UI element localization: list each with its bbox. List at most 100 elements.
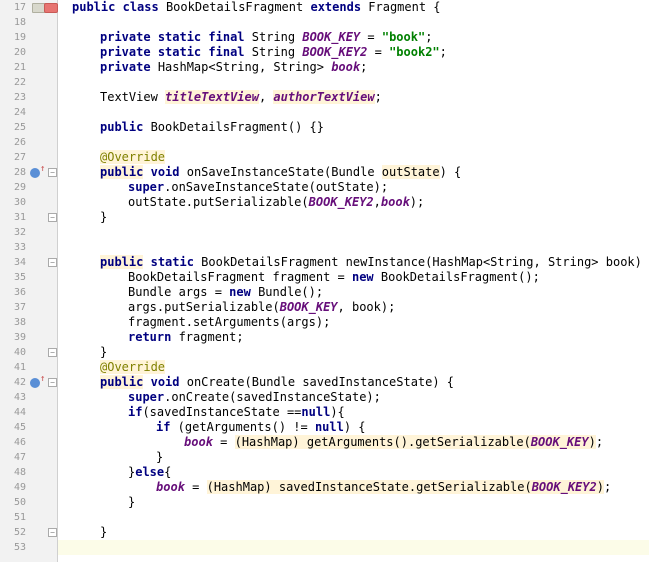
override-marker-icon[interactable]: ↑ xyxy=(30,375,40,390)
line-number[interactable]: 34 xyxy=(0,255,28,270)
cast-expression: (HashMap) savedInstanceState.getSerializ… xyxy=(207,480,604,494)
keyword: if xyxy=(156,420,170,434)
method-signature: BookDetailsFragment newInstance(HashMap<… xyxy=(194,255,649,269)
field: book xyxy=(184,435,213,449)
override-marker-icon[interactable]: ↑ xyxy=(30,165,40,180)
line-number[interactable]: 53 xyxy=(0,540,28,555)
keyword: final xyxy=(208,45,244,59)
line-number[interactable]: 30 xyxy=(0,195,28,210)
class-name: BookDetailsFragment xyxy=(166,0,303,14)
line-number[interactable]: 19 xyxy=(0,30,28,45)
keyword: private xyxy=(100,30,151,44)
keyword: else xyxy=(135,465,164,479)
line-number[interactable]: 45 xyxy=(0,420,28,435)
line-number[interactable]: 35 xyxy=(0,270,28,285)
code-editor[interactable]: public class BookDetailsFragment extends… xyxy=(58,0,649,562)
line-number[interactable]: 27 xyxy=(0,150,28,165)
brace: } xyxy=(100,345,107,359)
keyword: super xyxy=(128,390,164,404)
fold-minus-icon[interactable]: − xyxy=(48,525,57,540)
line-number[interactable]: 50 xyxy=(0,495,28,510)
fold-minus-icon[interactable]: − xyxy=(48,345,57,360)
keyword: return xyxy=(128,330,171,344)
constant: BOOK_KEY xyxy=(280,300,338,314)
line-number[interactable]: 52 xyxy=(0,525,28,540)
line-number[interactable]: 23 xyxy=(0,90,28,105)
string-literal: "book2" xyxy=(389,45,440,59)
fold-minus-icon[interactable]: − xyxy=(48,255,57,270)
keyword: final xyxy=(208,30,244,44)
type: HashMap<String, String> xyxy=(158,60,331,74)
line-number[interactable]: 25 xyxy=(0,120,28,135)
line-number[interactable]: 38 xyxy=(0,315,28,330)
line-number[interactable]: 51 xyxy=(0,510,28,525)
line-number[interactable]: 40 xyxy=(0,345,28,360)
line-number[interactable]: 22 xyxy=(0,75,28,90)
keyword: new xyxy=(229,285,251,299)
keyword: class xyxy=(123,0,159,14)
fold-minus-icon[interactable]: − xyxy=(48,165,57,180)
line-number[interactable]: 21 xyxy=(0,60,28,75)
line-number[interactable]: 44 xyxy=(0,405,28,420)
keyword: public xyxy=(72,0,115,14)
line-number[interactable]: 33 xyxy=(0,240,28,255)
keyword: null xyxy=(315,420,344,434)
line-number[interactable]: 36 xyxy=(0,285,28,300)
line-number[interactable]: 20 xyxy=(0,45,28,60)
type: TextView xyxy=(100,90,165,104)
editor-gutter: 1718192021222324252627282930313233343536… xyxy=(0,0,58,562)
line-number[interactable]: 18 xyxy=(0,15,28,30)
line-number[interactable]: 24 xyxy=(0,105,28,120)
keyword: extends xyxy=(310,0,361,14)
keyword: public xyxy=(100,255,143,269)
brace: } xyxy=(128,495,135,509)
line-number[interactable]: 47 xyxy=(0,450,28,465)
statement: fragment.setArguments(args); xyxy=(128,315,330,329)
line-number[interactable]: 49 xyxy=(0,480,28,495)
keyword: void xyxy=(151,165,180,179)
line-number[interactable]: 48 xyxy=(0,465,28,480)
keyword: public xyxy=(100,120,143,134)
brace: } xyxy=(100,210,107,224)
line-number[interactable]: 32 xyxy=(0,225,28,240)
brace: } xyxy=(156,450,163,464)
string-literal: "book" xyxy=(382,30,425,44)
constant: BOOK_KEY2 xyxy=(309,195,374,209)
keyword: new xyxy=(352,270,374,284)
fold-minus-icon[interactable]: − xyxy=(48,210,57,225)
constant: BOOK_KEY2 xyxy=(302,45,367,59)
keyword: public xyxy=(100,375,143,389)
keyword: null xyxy=(301,405,330,419)
error-marker-icon[interactable] xyxy=(44,0,58,15)
line-number[interactable]: 17 xyxy=(0,0,28,15)
line-number[interactable]: 26 xyxy=(0,135,28,150)
line-number[interactable]: 37 xyxy=(0,300,28,315)
field: book xyxy=(156,480,185,494)
line-number[interactable]: 31 xyxy=(0,210,28,225)
field: titleTextView xyxy=(165,90,259,104)
line-number[interactable]: 43 xyxy=(0,390,28,405)
line-number[interactable]: 39 xyxy=(0,330,28,345)
field: book xyxy=(381,195,410,209)
current-line[interactable] xyxy=(58,540,649,555)
keyword: if xyxy=(128,405,142,419)
statement: Bundle args = xyxy=(128,285,229,299)
line-number[interactable]: 29 xyxy=(0,180,28,195)
type: String xyxy=(252,30,295,44)
keyword: void xyxy=(151,375,180,389)
keyword: private xyxy=(100,45,151,59)
line-number[interactable]: 41 xyxy=(0,360,28,375)
brace: } xyxy=(100,525,107,539)
fold-minus-icon[interactable]: − xyxy=(48,375,57,390)
cast-expression: (HashMap) getArguments().getSerializable… xyxy=(235,435,596,449)
line-number[interactable]: 42 xyxy=(0,375,28,390)
constructor: BookDetailsFragment() {} xyxy=(143,120,324,134)
line-number[interactable]: 28 xyxy=(0,165,28,180)
statement: args.putSerializable( xyxy=(128,300,280,314)
line-number[interactable]: 46 xyxy=(0,435,28,450)
annotation: @Override xyxy=(100,150,165,164)
parameter: outState xyxy=(382,165,440,179)
brace: { xyxy=(164,465,171,479)
method-call: outState.putSerializable( xyxy=(128,195,309,209)
constant: BOOK_KEY xyxy=(302,30,360,44)
